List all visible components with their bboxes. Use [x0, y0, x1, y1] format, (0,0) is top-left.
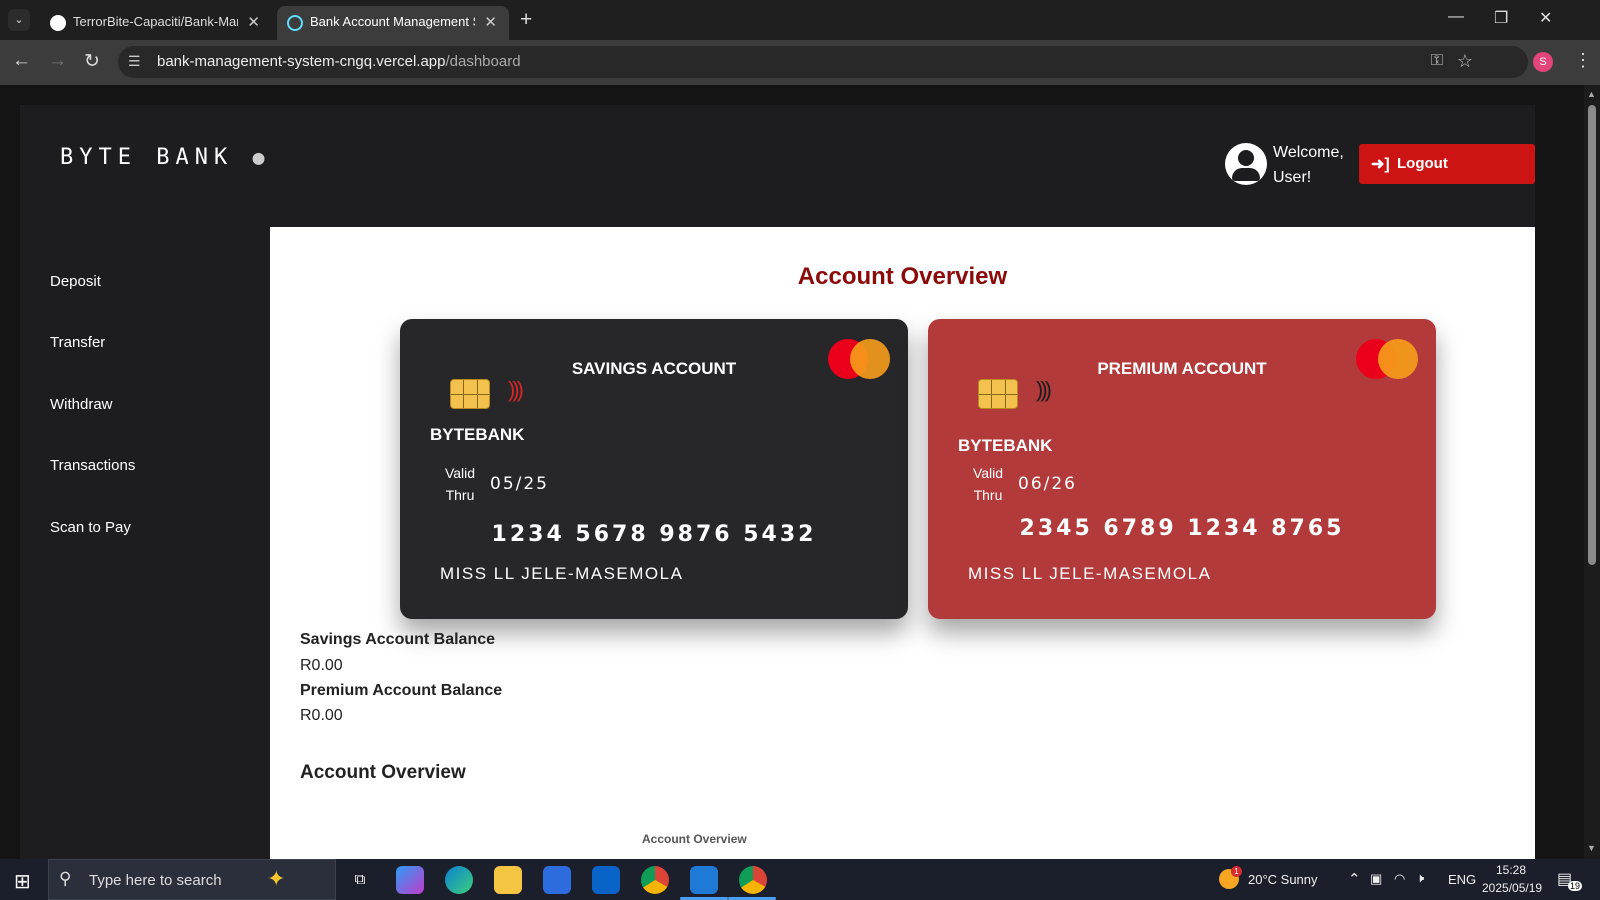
- react-icon: [287, 15, 303, 31]
- card-number: 2345 6789 1234 8765: [1019, 516, 1345, 541]
- africa-globe-icon: ●: [252, 145, 265, 169]
- wifi-icon[interactable]: ◠: [1394, 871, 1405, 887]
- close-icon[interactable]: ✕: [484, 13, 497, 31]
- address-bar[interactable]: ☰ bank-management-system-cngq.vercel.app…: [118, 46, 1528, 78]
- copilot-icon[interactable]: [396, 866, 424, 894]
- contactless-icon: ))): [1036, 377, 1052, 402]
- card-number: 1234 5678 9876 5432: [491, 522, 817, 547]
- page-title: Account Overview: [797, 263, 1008, 290]
- savings-card[interactable]: SAVINGS ACCOUNT ))) BYTEBANK Valid Thru …: [400, 319, 908, 619]
- premium-card[interactable]: PREMIUM ACCOUNT ))) BYTEBANK Valid Thru …: [928, 319, 1436, 619]
- valid-thru-label: Valid Thru: [972, 465, 1004, 503]
- chrome-profile-icon[interactable]: [739, 866, 767, 894]
- sidebar-item-deposit[interactable]: Deposit: [50, 273, 101, 290]
- url-text[interactable]: bank-management-system-cngq.vercel.app/d…: [157, 53, 521, 70]
- tab-title: Bank Account Management Sys: [310, 14, 475, 29]
- section-title: Account Overview: [300, 762, 466, 783]
- sidebar-item-withdraw[interactable]: Withdraw: [50, 396, 113, 413]
- page-viewport: BYTE BANK ● Welcome, User! ➜] Logout Dep…: [0, 85, 1584, 859]
- browser-toolbar: ← → ↻ ☰ bank-management-system-cngq.verc…: [0, 40, 1600, 85]
- tab-title: TerrorBite-Capaciti/Bank-Mana: [73, 14, 238, 29]
- valid-thru-label: Valid Thru: [444, 465, 476, 503]
- sidebar-item-transactions[interactable]: Transactions: [50, 457, 135, 474]
- edge-icon[interactable]: [445, 866, 473, 894]
- chrome-icon[interactable]: [641, 866, 669, 894]
- card-brand: BYTEBANK: [430, 425, 525, 444]
- page-scrollbar[interactable]: ▲ ▼: [1584, 85, 1600, 859]
- menu-icon[interactable]: ⋮: [1574, 50, 1592, 71]
- weather-badge: 1: [1231, 866, 1242, 877]
- outlook-icon[interactable]: [592, 866, 620, 894]
- chevron-up-icon[interactable]: ⌃: [1348, 870, 1361, 888]
- close-window-button[interactable]: ✕: [1539, 8, 1552, 28]
- main-panel: Account Overview SAVINGS ACCOUNT ))) BYT…: [270, 227, 1535, 859]
- card-brand: BYTEBANK: [958, 436, 1053, 455]
- logout-button[interactable]: ➜] Logout: [1359, 144, 1535, 184]
- vscode-icon[interactable]: [690, 866, 718, 894]
- close-icon[interactable]: ✕: [247, 13, 260, 31]
- taskbar-search[interactable]: ⚲ Type here to search ✦: [48, 859, 336, 900]
- premium-balance-value: R0.00: [300, 707, 343, 724]
- sidebar-item-transfer[interactable]: Transfer: [50, 334, 105, 351]
- password-key-icon[interactable]: ⚿: [1431, 52, 1443, 70]
- browser-tab-bar: ⌄ TerrorBite-Capaciti/Bank-Mana ✕ Bank A…: [0, 0, 1600, 40]
- notification-count: 19: [1568, 881, 1583, 891]
- windows-start-icon[interactable]: ⊞: [14, 869, 31, 894]
- sign-out-icon: ➜]: [1371, 156, 1390, 173]
- logo-text: BYTE BANK: [60, 145, 234, 170]
- weather-sun-icon[interactable]: 1: [1219, 866, 1242, 889]
- search-icon: ⚲: [59, 869, 72, 888]
- bookmark-star-icon[interactable]: ☆: [1457, 51, 1473, 72]
- site-info-icon[interactable]: ☰: [128, 53, 141, 70]
- back-icon[interactable]: ←: [12, 50, 31, 72]
- search-highlight-icon: ✦: [267, 866, 286, 891]
- url-host: bank-management-system-cngq.vercel.app: [157, 53, 446, 70]
- chart-title: Account Overview: [642, 832, 747, 846]
- search-placeholder: Type here to search: [89, 872, 222, 889]
- task-view-icon[interactable]: ⧉: [346, 866, 374, 894]
- taskbar: ⊞ ⚲ Type here to search ✦ ⧉ 1 20°C Sunny…: [0, 859, 1600, 900]
- forward-icon[interactable]: →: [48, 50, 67, 72]
- reload-icon[interactable]: ↻: [84, 50, 100, 73]
- bytebank-app: BYTE BANK ● Welcome, User! ➜] Logout Dep…: [20, 105, 1535, 859]
- profile-avatar[interactable]: S: [1533, 52, 1553, 72]
- new-tab-button[interactable]: +: [520, 8, 532, 32]
- card-chip-icon: [978, 379, 1018, 409]
- scroll-down-icon[interactable]: ▼: [1587, 843, 1596, 853]
- valid-date: 05/25: [490, 474, 549, 494]
- tab-bank-dashboard[interactable]: Bank Account Management Sys ✕: [277, 6, 509, 40]
- meet-now-icon[interactable]: ▣: [1370, 871, 1382, 887]
- savings-balance-label: Savings Account Balance: [300, 631, 496, 648]
- welcome-text: Welcome, User!: [1273, 144, 1344, 186]
- language-indicator[interactable]: ENG: [1448, 872, 1476, 887]
- volume-icon[interactable]: 🕨: [1416, 870, 1424, 886]
- byte-bank-logo[interactable]: BYTE BANK ●: [60, 145, 265, 170]
- mastercard-icon: [828, 339, 890, 379]
- scroll-thumb[interactable]: [1588, 105, 1596, 565]
- restore-button[interactable]: ❐: [1494, 8, 1508, 28]
- card-holder: MISS LL JELE-MASEMOLA: [440, 564, 684, 583]
- card-chip-icon: [450, 379, 490, 409]
- clock-time[interactable]: 15:28: [1496, 863, 1526, 877]
- scroll-up-icon[interactable]: ▲: [1587, 89, 1596, 99]
- logout-label: Logout: [1397, 155, 1448, 172]
- valid-date: 06/26: [1018, 474, 1077, 494]
- weather-text[interactable]: 20°C Sunny: [1248, 872, 1318, 887]
- user-avatar-icon: [1225, 143, 1267, 185]
- github-icon: [50, 15, 66, 31]
- url-path: /dashboard: [445, 53, 521, 70]
- microsoft-store-icon[interactable]: [543, 866, 571, 894]
- tab-search-button[interactable]: ⌄: [8, 9, 30, 31]
- contactless-icon: ))): [508, 377, 524, 402]
- premium-balance-label: Premium Account Balance: [300, 682, 503, 699]
- sidebar-item-scan-to-pay[interactable]: Scan to Pay: [50, 519, 131, 536]
- minimize-button[interactable]: —: [1448, 8, 1464, 26]
- card-holder: MISS LL JELE-MASEMOLA: [968, 564, 1212, 583]
- mastercard-icon: [1356, 339, 1418, 379]
- savings-balance-value: R0.00: [300, 657, 343, 674]
- file-explorer-icon[interactable]: [494, 866, 522, 894]
- tab-github[interactable]: TerrorBite-Capaciti/Bank-Mana ✕: [40, 6, 272, 40]
- clock-date[interactable]: 2025/05/19: [1482, 881, 1542, 895]
